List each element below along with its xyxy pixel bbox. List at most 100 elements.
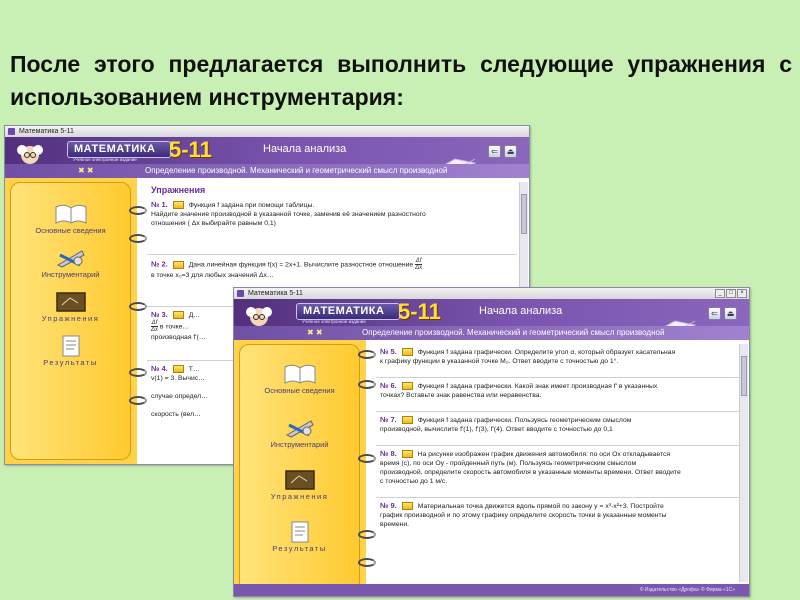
exercise-text: в точке… [159,323,190,331]
maximize-button[interactable]: □ [726,289,736,298]
exercise-icon[interactable] [401,416,413,425]
exercise-text: с точностью до 1 м/с. [380,478,448,485]
sidebar-item-label: Упражнения [41,314,100,323]
exercise-item[interactable]: № 6. Функция f задана графически. Какой з… [376,378,739,412]
exercise-number: № 4. [151,364,168,373]
tools-arrows-icon[interactable]: ✖ ✖ [78,164,94,178]
sidebar-item-exercises[interactable]: Упражнения [240,469,359,501]
sidebar-item-exercises[interactable]: Упражнения [11,291,130,323]
exit-icon[interactable]: ⏏ [724,307,737,320]
logo-number: 5-11 [169,137,212,162]
exercise-icon[interactable] [172,201,184,210]
exercise-icon[interactable] [172,311,184,320]
sidebar-item-tools[interactable]: Инструментарий [240,417,359,449]
exercise-number: № 1. [151,200,168,209]
sidebar-item-label: Инструментарий [41,270,100,279]
exercise-text: в точке x₀=3 для любых значений Δx… [151,272,274,279]
topic-subtitle: Определение производной. Механический и … [145,166,448,175]
app-window-front: Математика 5-11 _ □ × МАТЕМАТИКА 5-11 Уч… [233,287,750,597]
topic-subtitle: Определение производной. Механический и … [362,328,665,337]
exercise-number: № 7. [380,415,397,424]
exercise-icon[interactable] [401,348,413,357]
exercise-number: № 9. [380,501,397,510]
tools-icon [56,250,85,268]
exercise-text: Функция f задана графически. Определите … [417,349,676,356]
sidebar-item-results[interactable]: Результаты [11,335,130,367]
exercise-text: Д… [188,312,201,319]
exercise-item[interactable]: № 5. Функция f задана графически. Определ… [376,344,739,378]
sidebar-item-results[interactable]: Результаты [240,521,359,553]
exercise-item[interactable]: № 7. Функция f задана графически. Пользуя… [376,412,739,446]
close-button[interactable]: × [737,289,747,298]
exercise-text: время (с), по оси Oy - пройденный путь (… [380,460,637,467]
app-banner: МАТЕМАТИКА 5-11 Учебное электронное изда… [234,299,749,336]
section-title: Начала анализа [263,143,347,155]
window-titlebar: Математика 5-11 [5,126,529,137]
logo-number: 5-11 [398,299,441,324]
exercise-text: скорость (вел… [151,411,201,418]
topic-subtitle-bar: ✖ ✖ Определение производной. Механически… [5,164,529,178]
exercise-icon[interactable] [401,502,413,511]
notebook-rings [129,182,147,464]
exercise-text: времени. [380,521,410,528]
exercise-text: производной, определите скорость автомоб… [380,469,681,476]
scrollbar-thumb[interactable] [521,194,527,234]
sidebar-item-label: Основные сведения [264,386,335,395]
tools-arrows-icon[interactable]: ✖ ✖ [307,326,323,340]
exercise-item[interactable]: № 8. На рисунке изображен график движения… [376,446,739,498]
exercise-text: отношения ( Δx выбирайте равным 0,1) [151,220,276,227]
app-banner: МАТЕМАТИКА 5-11 Учебное электронное изда… [5,137,529,174]
exercise-text: Дана линейная функция f(x) = 2x+1. Вычис… [188,261,414,269]
exercise-icon[interactable] [401,382,413,391]
slide-heading: После этого предлагается выполнить следу… [10,51,792,110]
scrollbar-thumb[interactable] [741,356,747,396]
minimize-button[interactable]: _ [715,289,725,298]
sidebar-item-basics[interactable]: Основные сведения [240,363,359,395]
section-title: Начала анализа [479,305,563,317]
app-icon [8,128,15,135]
exercise-text: На рисунке изображен график движения авт… [417,451,671,458]
exercise-text: график производной и по этому графику оп… [380,512,667,519]
sidebar-item-label: Инструментарий [270,440,329,449]
window-title: Математика 5-11 [19,128,74,135]
exercise-text: точках? Вставьте знак равенства или нера… [380,392,542,399]
window-title: Математика 5-11 [248,290,303,297]
topic-subtitle-bar: ✖ ✖ Определение производной. Механически… [234,326,749,340]
exercise-item[interactable]: № 1. Функция f задана при помощи таблицы.… [147,197,517,255]
app-icon [237,290,244,297]
footer-copyright: © Издательство «Дрофа» © Фирма «1С» [234,584,749,596]
sidebar: Основные сведения Инструментарий Упражне… [5,178,137,464]
window-titlebar: Математика 5-11 _ □ × [234,288,749,299]
sidebar-item-basics[interactable]: Основные сведения [11,203,130,235]
exercise-icon[interactable] [401,450,413,459]
sidebar-item-label: Результаты [272,544,327,553]
exit-icon[interactable]: ⏏ [504,145,517,158]
exercise-text: Функция f задана графически. Пользуясь г… [417,417,632,424]
fraction: Δf Δx [415,258,423,271]
exercise-text: к графику функции в указанной точке M₀. … [380,358,619,365]
results-icon [62,335,79,357]
content-title: Упражнения [151,185,206,195]
logo-subtitle: Учебное электронное издание [302,319,366,324]
scrollbar[interactable] [739,344,748,582]
exercise-item[interactable]: № 9. Материальная точка движется вдоль пр… [376,498,739,542]
exercise-text: случае определ… [151,393,208,400]
sidebar-item-label: Основные сведения [35,226,106,235]
back-arrow-icon[interactable]: ⇐ [488,145,501,158]
exercise-number: № 6. [380,381,397,390]
sidebar-item-label: Упражнения [270,492,329,501]
exercise-icon[interactable] [172,365,184,374]
exercise-number: № 5. [380,347,397,356]
exercise-number: № 8. [380,449,397,458]
board-icon [284,470,315,490]
exercise-text: Функция f задана при помощи таблицы. [188,202,315,209]
exercise-text: Найдите значение производной в указанной… [151,211,426,218]
exercise-text: v(1) = 3. Вычис… [151,375,205,382]
exercise-text: Материальная точка движется вдоль прямой… [417,503,664,510]
logo-text: МАТЕМАТИКА [296,303,400,320]
back-arrow-icon[interactable]: ⇐ [708,307,721,320]
exercise-number: № 2. [151,259,168,269]
tools-icon [285,420,314,438]
exercise-icon[interactable] [172,260,184,269]
sidebar-item-tools[interactable]: Инструментарий [11,247,130,279]
